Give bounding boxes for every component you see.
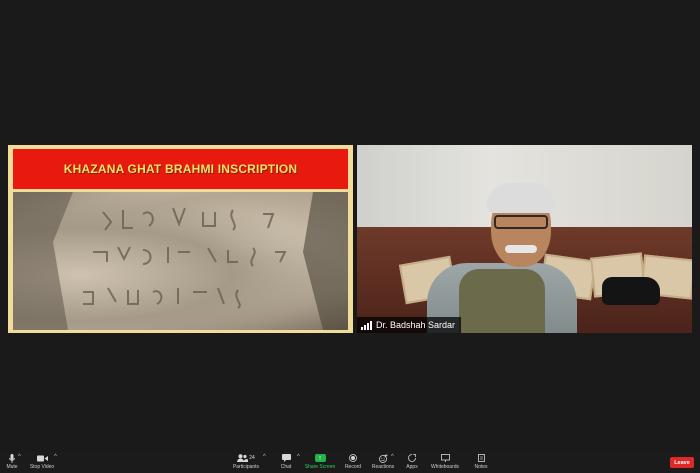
video-camera-icon [36, 453, 48, 463]
participant-mustache [505, 245, 537, 253]
participant-hair [487, 183, 555, 213]
leave-button[interactable]: Leave [670, 457, 694, 468]
apps-label: Apps [406, 464, 418, 470]
whiteboard-icon [440, 453, 450, 463]
participants-count: 24 [249, 455, 255, 461]
participants-icon: 24 [237, 453, 255, 463]
mute-label: Mute [6, 464, 18, 470]
video-options-chevron-icon[interactable]: ^ [54, 454, 57, 460]
participant-vest [459, 269, 545, 333]
meeting-toolbar: Mute ^ Stop Video ^ 24 Participants ^ Ch… [0, 451, 700, 473]
chat-label: Chat [280, 464, 292, 470]
smiley-plus-icon [378, 453, 388, 463]
share-screen-icon: ↑ [314, 454, 326, 462]
black-bag [602, 277, 660, 305]
participant-video-tile[interactable]: Dr. Badshah Sardar [357, 145, 692, 333]
stop-video-button[interactable]: Stop Video [19, 453, 65, 470]
notes-icon [477, 453, 485, 463]
notes-label: Notes [474, 464, 488, 470]
chat-bubble-icon [281, 453, 291, 463]
participant-glasses [494, 215, 548, 229]
participants-label: Participants [232, 464, 260, 470]
whiteboards-label: Whiteboards [430, 464, 460, 470]
inscription-photo [13, 192, 348, 330]
share-screen-icon-wrap: ↑ [314, 453, 326, 463]
microphone-icon [9, 453, 15, 463]
apps-icon [408, 453, 416, 463]
record-icon [349, 453, 357, 463]
slide-title: KHAZANA GHAT BRAHMI INSCRIPTION [13, 149, 348, 189]
participant-name-tag: Dr. Badshah Sardar [357, 317, 462, 333]
stop-video-label: Stop Video [29, 464, 55, 470]
rock-inscription-graphic [13, 192, 348, 330]
shared-screen-tile[interactable]: KHAZANA GHAT BRAHMI INSCRIPTION [8, 145, 353, 333]
participant-name: Dr. Badshah Sardar [376, 320, 456, 330]
signal-strength-icon [361, 320, 372, 330]
record-label: Record [344, 464, 362, 470]
notes-button[interactable]: Notes [458, 453, 504, 470]
